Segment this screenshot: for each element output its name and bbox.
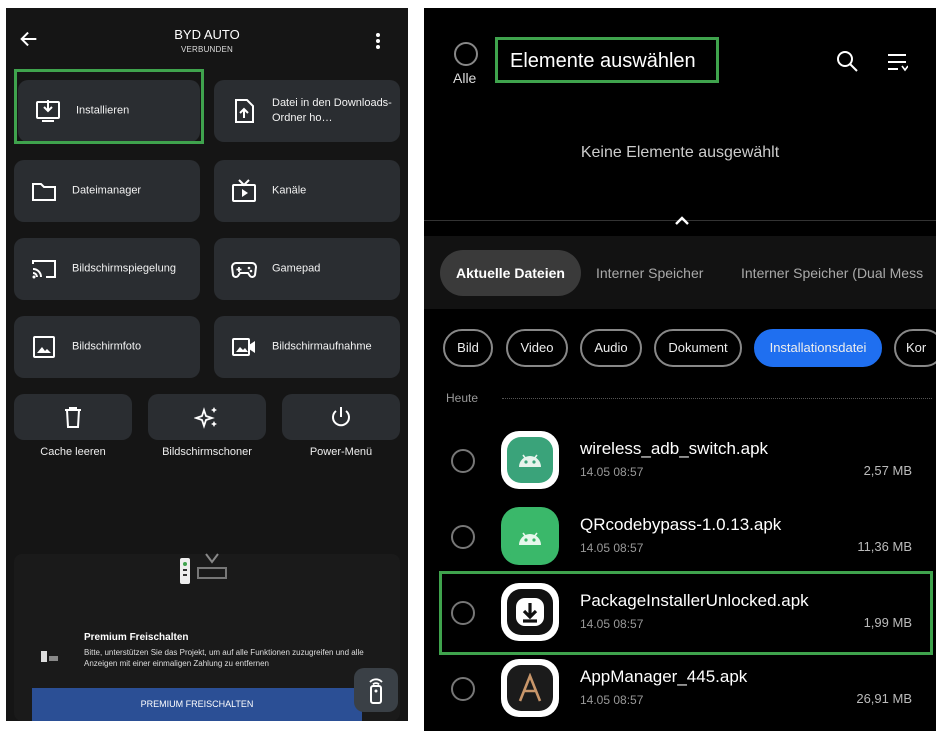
file-size: 26,91 MB bbox=[856, 691, 912, 706]
tile-upload-download[interactable]: Datei in den Downloads-Ordner ho… bbox=[214, 80, 400, 142]
screenshot-icon bbox=[33, 336, 55, 358]
remote-icon bbox=[369, 678, 383, 704]
trash-icon bbox=[65, 407, 81, 428]
tile-screen-mirroring[interactable]: Bildschirmspiegelung bbox=[14, 238, 200, 300]
highlight-install bbox=[14, 69, 204, 144]
file-name: AppManager_445.apk bbox=[580, 667, 748, 686]
connection-status: VERBUNDEN bbox=[180, 45, 234, 54]
file-checkbox[interactable] bbox=[451, 525, 475, 549]
power-menu-button[interactable] bbox=[282, 394, 400, 440]
remote-app-panel: BYD AUTO VERBUNDEN Installieren Datei in… bbox=[6, 8, 408, 721]
file-checkbox[interactable] bbox=[451, 677, 475, 701]
upload-file-icon bbox=[235, 99, 254, 123]
premium-unlock-button[interactable]: PREMIUM FREISCHALTEN bbox=[32, 688, 362, 721]
tile-channels[interactable]: Kanäle bbox=[214, 160, 400, 222]
highlight-title bbox=[495, 37, 719, 83]
chip-more[interactable]: Kor bbox=[894, 329, 936, 367]
clear-cache-button[interactable] bbox=[14, 394, 132, 440]
sparkle-icon bbox=[194, 407, 217, 429]
android-icon bbox=[507, 513, 553, 559]
chip-audio[interactable]: Audio bbox=[580, 329, 642, 367]
sort-icon[interactable] bbox=[886, 51, 908, 73]
remote-fab-button[interactable] bbox=[354, 668, 398, 712]
empty-selection-text: Keine Elemente ausgewählt bbox=[580, 144, 780, 161]
tv-channels-icon bbox=[232, 179, 256, 202]
chevron-up-icon[interactable] bbox=[674, 214, 690, 226]
premium-description: Bitte, unterstützen Sie das Projekt, um … bbox=[84, 648, 364, 668]
chip-installation-file[interactable]: Installationsdatei bbox=[754, 329, 882, 367]
tile-screenshot-label: Bildschirmfoto bbox=[72, 340, 142, 353]
premium-title: Premium Freischalten bbox=[84, 632, 189, 643]
tile-file-manager-label: Dateimanager bbox=[72, 184, 142, 197]
select-all-label: Alle bbox=[453, 70, 477, 86]
tile-gamepad-label: Gamepad bbox=[272, 262, 321, 275]
app-header: BYD AUTO VERBUNDEN bbox=[6, 8, 408, 72]
select-all-checkbox[interactable] bbox=[454, 42, 478, 66]
tile-gamepad[interactable]: Gamepad bbox=[214, 238, 400, 300]
file-picker-panel: Alle Elemente auswählen Keine Elemente a… bbox=[424, 8, 936, 731]
premium-icon bbox=[41, 651, 58, 662]
clear-cache-label: Cache leeren bbox=[40, 446, 106, 458]
chip-document[interactable]: Dokument bbox=[654, 329, 742, 367]
file-date: 14.05 08:57 bbox=[580, 693, 644, 707]
file-name: QRcodebypass-1.0.13.apk bbox=[580, 515, 782, 534]
section-divider bbox=[502, 398, 932, 399]
tile-screen-recording-label: Bildschirmaufnahme bbox=[272, 340, 372, 353]
chip-image[interactable]: Bild bbox=[443, 329, 493, 367]
file-date: 14.05 08:57 bbox=[580, 541, 644, 555]
file-name: wireless_adb_switch.apk bbox=[580, 439, 769, 458]
device-title: BYD AUTO VERBUNDEN bbox=[156, 27, 258, 54]
tile-screenshot[interactable]: Bildschirmfoto bbox=[14, 316, 200, 378]
file-checkbox[interactable] bbox=[451, 449, 475, 473]
more-options-icon[interactable] bbox=[375, 32, 381, 50]
app-manager-icon bbox=[507, 665, 553, 711]
list-item[interactable]: AppManager_445.apk 14.05 08:57 26,91 MB bbox=[424, 651, 936, 727]
list-item[interactable]: wireless_adb_switch.apk 14.05 08:57 2,57… bbox=[424, 423, 936, 499]
search-icon[interactable] bbox=[835, 49, 859, 73]
app-icon bbox=[501, 431, 559, 489]
android-icon bbox=[507, 437, 553, 483]
list-item[interactable]: QRcodebypass-1.0.13.apk 14.05 08:57 11,3… bbox=[424, 499, 936, 575]
tab-internal-storage-dual[interactable]: Interner Speicher (Dual Mess bbox=[741, 250, 923, 296]
screensaver-button[interactable] bbox=[148, 394, 266, 440]
tile-upload-label: Datei in den Downloads-Ordner ho… bbox=[272, 97, 392, 124]
chip-video[interactable]: Video bbox=[506, 329, 568, 367]
section-label: Heute bbox=[446, 391, 479, 405]
cast-icon bbox=[32, 260, 56, 279]
device-name: BYD AUTO bbox=[174, 27, 240, 42]
folder-icon bbox=[32, 183, 56, 201]
tile-channels-label: Kanäle bbox=[272, 184, 307, 197]
highlight-package-installer bbox=[439, 571, 933, 655]
tile-file-manager[interactable]: Dateimanager bbox=[14, 160, 200, 222]
gamepad-icon bbox=[230, 262, 258, 278]
app-icon bbox=[501, 507, 559, 565]
video-record-icon bbox=[232, 338, 255, 356]
tab-internal-storage[interactable]: Interner Speicher bbox=[596, 250, 703, 296]
tile-screen-mirroring-label: Bildschirmspiegelung bbox=[72, 262, 176, 275]
screensaver-label: Bildschirmschoner bbox=[162, 446, 252, 458]
file-size: 2,57 MB bbox=[863, 463, 912, 478]
tab-recent-files[interactable]: Aktuelle Dateien bbox=[440, 250, 581, 296]
tv-remote-illustration bbox=[180, 553, 227, 584]
file-size: 11,36 MB bbox=[857, 539, 912, 554]
app-icon bbox=[501, 659, 559, 717]
file-date: 14.05 08:57 bbox=[580, 465, 644, 479]
power-menu-label: Power-Menü bbox=[309, 446, 373, 458]
power-icon bbox=[332, 407, 350, 427]
back-arrow-icon[interactable] bbox=[18, 28, 40, 50]
tile-screen-recording[interactable]: Bildschirmaufnahme bbox=[214, 316, 400, 378]
